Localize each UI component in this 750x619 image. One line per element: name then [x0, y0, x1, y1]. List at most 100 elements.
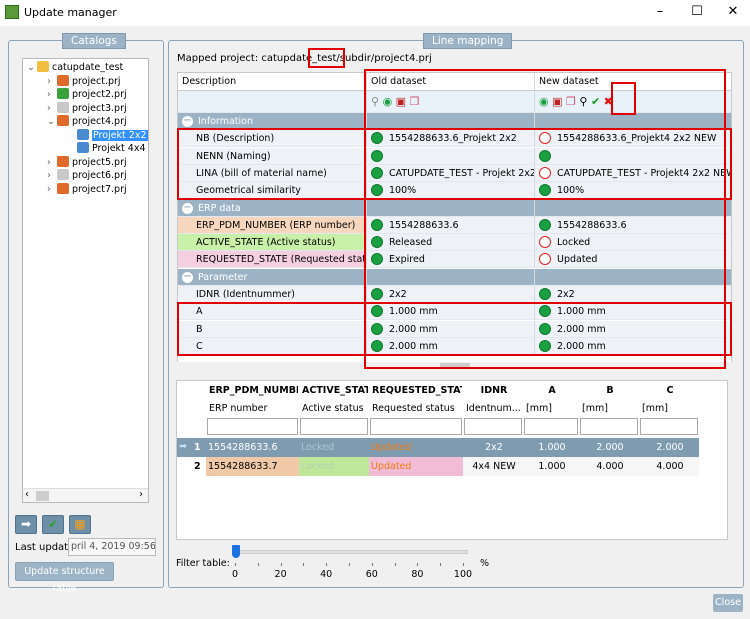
copy-icon[interactable]: ❐	[410, 95, 420, 108]
mapping-row[interactable]: ACTIVE_STATE (Active status) Released Lo…	[178, 234, 731, 252]
map-arrow-button[interactable]: ➡	[15, 515, 37, 534]
record-icon[interactable]: ▣	[396, 95, 406, 108]
section-header[interactable]: − ERP data	[178, 199, 731, 217]
column-filter-input[interactable]	[580, 418, 638, 435]
line-mapping-label: Line mapping	[423, 33, 513, 49]
filter-slider-thumb[interactable]	[232, 545, 240, 558]
scroll-left-icon[interactable]: ‹	[25, 489, 29, 500]
tree-item[interactable]: › project.prj	[47, 74, 121, 89]
column-filter-input[interactable]	[464, 418, 522, 435]
chevron-right-icon[interactable]: ›	[47, 156, 57, 170]
tree-item[interactable]: › project5.prj	[47, 155, 127, 170]
filter-icon[interactable]: ⚲	[371, 95, 379, 108]
old-value-text: Expired	[389, 254, 425, 266]
column-filter-input[interactable]	[524, 418, 578, 435]
chart-button[interactable]: ▦	[69, 515, 91, 534]
tree-item-label: project7.prj	[72, 183, 127, 195]
chevron-right-icon[interactable]: ›	[47, 88, 57, 102]
close-button[interactable]: Close	[713, 594, 743, 612]
last-update-field[interactable]: pril 4, 2019 09:56:40	[68, 538, 156, 556]
tree-item[interactable]: Projekt 2x2	[67, 128, 148, 143]
close-window-button[interactable]: ✕	[718, 2, 748, 22]
tree-item[interactable]: › project7.prj	[47, 182, 127, 197]
copy-icon[interactable]: ❐	[566, 95, 576, 108]
column-filter-input[interactable]	[300, 418, 368, 435]
status-match-icon	[371, 253, 383, 266]
tree-item[interactable]: › project6.prj	[47, 169, 127, 183]
column-filter-input[interactable]	[370, 418, 462, 435]
tree-item[interactable]: Projekt 4x4	[67, 142, 146, 156]
catalog-tree[interactable]: ⌄ catupdate_test › project.prj › project2.prj…	[22, 58, 149, 503]
column-header[interactable]: B	[582, 385, 638, 396]
status-match-icon	[539, 288, 551, 300]
tree-item[interactable]: ⌄ project4.prj	[47, 115, 127, 129]
scroll-right-icon[interactable]: ›	[139, 489, 143, 500]
slider-tick	[280, 563, 282, 566]
column-header[interactable]: IDNR	[466, 385, 522, 396]
header-new-dataset: New dataset	[534, 73, 731, 90]
sync-icon[interactable]: ◉	[383, 95, 393, 108]
mapping-row[interactable]: ERP_PDM_NUMBER (ERP number) 1554288633.6…	[178, 216, 731, 234]
chevron-down-icon[interactable]: ⌄	[27, 61, 37, 75]
column-filter-input[interactable]	[640, 418, 698, 435]
tree-item[interactable]: › project2.prj	[47, 88, 127, 102]
grid-horizontal-scrollbar[interactable]	[177, 362, 732, 370]
column-filter-input[interactable]	[207, 418, 298, 435]
tree-item-label: Projekt 4x4	[92, 143, 146, 154]
chevron-right-icon[interactable]: ›	[47, 75, 57, 89]
section-header[interactable]: − Parameter	[178, 268, 731, 286]
accept-check-icon[interactable]: ✔	[591, 95, 600, 108]
table-cell: 4.000	[639, 457, 699, 476]
record-icon[interactable]: ▣	[552, 95, 562, 108]
column-header[interactable]: ACTIVE_STATE	[302, 385, 368, 396]
tree-item-label: project.prj	[72, 75, 121, 87]
maximize-button[interactable]: ☐	[682, 2, 712, 22]
new-value: CATUPDATE_TEST - Projekt4 2x2 NEW	[534, 164, 731, 181]
reject-icon[interactable]: ✖	[604, 95, 613, 108]
old-value-text: Released	[389, 237, 433, 249]
row-label: B	[196, 323, 203, 335]
table-row[interactable]: ➡ 1 1554288633.6 Locked Updated 2x2 1.000 2.000…	[177, 438, 699, 457]
row-label: IDNR (Identnummer)	[196, 289, 295, 300]
search-icon[interactable]: ⚲	[579, 95, 587, 108]
mapping-row[interactable]: B 2.000 mm 2.000 mm	[178, 320, 731, 338]
mapping-row[interactable]: Geometrical similarity 100% 100%	[178, 182, 731, 200]
column-header[interactable]: REQUESTED_STATE	[372, 385, 462, 396]
table-cell: 2.000	[656, 442, 684, 453]
accept-button[interactable]: ✔	[42, 515, 64, 534]
tree-horizontal-scrollbar[interactable]: ‹ ›	[23, 488, 148, 502]
tree-item[interactable]: › project3.prj	[47, 101, 127, 116]
section-header[interactable]: − Information	[178, 113, 731, 130]
table-row[interactable]: 2 1554288633.7 Locked Updated 4x4 NEW 1.000 4.…	[177, 457, 699, 476]
tree-item[interactable]: ⌄ catupdate_test	[27, 61, 123, 75]
column-header[interactable]: ERP_PDM_NUMBER	[209, 385, 298, 396]
status-match-icon	[371, 322, 383, 335]
chevron-down-icon[interactable]: ⌄	[47, 115, 57, 129]
new-value-text: 1554288633.6_Projekt4 2x2 NEW	[557, 133, 717, 145]
minimize-button[interactable]: –	[645, 2, 675, 22]
mapping-row[interactable]: NB (Description) 1554288633.6_Projekt 2x…	[178, 130, 731, 148]
old-value-text: 2.000 mm	[389, 340, 438, 352]
mapping-row[interactable]: LINA (bill of material name) CATUPDATE_T…	[178, 164, 731, 182]
chevron-right-icon[interactable]: ›	[47, 183, 57, 197]
chevron-right-icon[interactable]: ›	[47, 102, 57, 116]
mapping-row[interactable]: IDNR (Identnummer) 2x2 2x2	[178, 286, 731, 303]
filter-slider-track[interactable]	[235, 550, 468, 554]
mapping-row[interactable]: REQUESTED_STATE (Requested status) Expir…	[178, 251, 731, 269]
mapping-row[interactable]: C 2.000 mm 2.000 mm	[178, 337, 731, 355]
new-value-text: 2.000 mm	[557, 323, 606, 335]
old-value: 2.000 mm	[366, 337, 534, 354]
column-header[interactable]: C	[642, 385, 698, 396]
sync-icon[interactable]: ◉	[539, 95, 549, 108]
scroll-thumb[interactable]	[36, 491, 49, 501]
status-differs-icon	[539, 236, 551, 249]
mapping-row[interactable]: NENN (Naming)	[178, 147, 731, 165]
mapping-row[interactable]: A 1.000 mm 1.000 mm	[178, 303, 731, 321]
chevron-right-icon[interactable]: ›	[47, 169, 57, 183]
column-header[interactable]: A	[526, 385, 578, 396]
scroll-thumb[interactable]	[440, 363, 470, 369]
update-structure-table-button[interactable]: Update structure table	[15, 562, 114, 594]
old-value-text: 100%	[389, 185, 417, 197]
project-warning-icon	[57, 115, 69, 126]
filter-table-label: Filter table:	[176, 558, 230, 569]
